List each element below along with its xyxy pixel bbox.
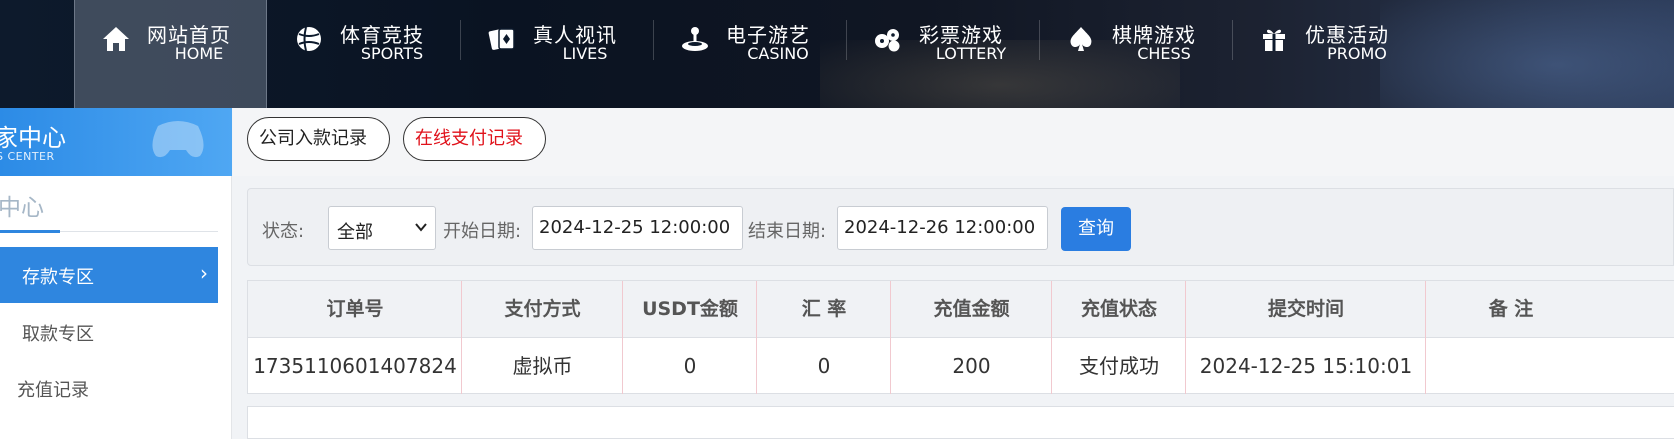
column-header: 提交时间 [1267, 298, 1344, 320]
start-date-label: 开始日期: [443, 221, 522, 242]
nav-item-casino[interactable]: 电子游艺 CASINO [654, 0, 847, 108]
column-header: 充值金额 [933, 298, 1010, 320]
end-date-input[interactable]: 2024-12-26 12:00:00 [837, 206, 1048, 250]
column-header: 汇 率 [801, 298, 847, 320]
nav-item-sports[interactable]: 体育竞技 SPORTS [268, 0, 461, 108]
gamepad-icon [152, 121, 204, 158]
nav-item-lives[interactable]: 真人视讯 LIVES [461, 0, 654, 108]
cell-order-number: 1735110601407824 [253, 354, 457, 378]
sidebar-item-withdraw[interactable]: 取款专区 [0, 304, 218, 360]
cell-payment-method: 虚拟币 [512, 354, 573, 378]
column-divider [461, 281, 462, 394]
nav-item-home[interactable]: 网站首页 HOME [74, 0, 267, 108]
end-date-label: 结束日期: [748, 221, 827, 242]
status-label: 状态: [262, 221, 305, 242]
column-header: 备 注 [1488, 298, 1534, 320]
query-button[interactable]: 查询 [1061, 207, 1131, 251]
sidebar-item-recharge-records[interactable]: 充值记录 [0, 360, 218, 416]
filter-bar: 状态: 全部 开始日期: 2024-12-25 12:00:00 结束日期: 2… [247, 188, 1674, 266]
column-header: 订单号 [326, 298, 384, 320]
records-table: 订单号 支付方式 USDT金额 汇 率 充值金额 充值状态 提交时间 备 注 1… [247, 280, 1674, 394]
tab-company-deposit-records[interactable]: 公司入款记录 [247, 117, 390, 161]
column-divider [622, 281, 623, 394]
pagination-area [247, 406, 1674, 439]
column-header: 支付方式 [504, 298, 581, 320]
top-navigation: 网站首页 HOME 体育竞技 SPORTS 真人视讯 LIVES 电子游艺 CA… [0, 0, 1674, 108]
sidebar-item-deposit[interactable]: 存款专区 › [0, 247, 218, 303]
cell-remark [1426, 338, 1596, 394]
sidebar: 家中心 S CENTER 中心 存款专区 › 取款专区 充值记录 [0, 108, 232, 439]
cell-usdt-amount: 0 [683, 354, 697, 378]
sidebar-banner-subtitle: S CENTER [0, 150, 55, 163]
column-header: USDT金额 [642, 298, 738, 320]
nav-item-lottery[interactable]: 彩票游戏 LOTTERY [847, 0, 1040, 108]
chevron-right-icon: › [200, 261, 208, 285]
sidebar-banner-title: 家中心 [0, 124, 66, 152]
cell-exchange-rate: 0 [817, 354, 831, 378]
sidebar-banner: 家中心 S CENTER [0, 108, 232, 176]
column-divider [1425, 281, 1426, 394]
sidebar-item-label: 取款专区 [22, 324, 94, 345]
section-underline [0, 230, 60, 233]
cell-recharge-status: 支付成功 [1079, 354, 1159, 378]
sidebar-section-title: 中心 [0, 195, 44, 221]
start-date-input[interactable]: 2024-12-25 12:00:00 [532, 206, 743, 250]
status-select[interactable]: 全部 [328, 206, 436, 250]
chevron-down-icon [415, 223, 427, 232]
column-divider [756, 281, 757, 394]
nav-label-en: PROMO [1327, 44, 1387, 63]
nav-item-promo[interactable]: 优惠活动 PROMO [1233, 0, 1426, 108]
tab-online-payment-records[interactable]: 在线支付记录 [403, 117, 546, 161]
cell-submit-time: 2024-12-25 15:10:01 [1199, 354, 1413, 378]
cell-recharge-amount: 200 [952, 354, 991, 378]
sidebar-item-label: 存款专区 [22, 267, 94, 288]
column-divider [890, 281, 891, 394]
status-select-value: 全部 [337, 222, 373, 243]
nav-item-chess[interactable]: 棋牌游戏 CHESS [1040, 0, 1233, 108]
column-header: 充值状态 [1080, 298, 1157, 320]
sidebar-item-label: 充值记录 [17, 380, 89, 401]
column-divider [1051, 281, 1052, 394]
column-divider [1185, 281, 1186, 394]
